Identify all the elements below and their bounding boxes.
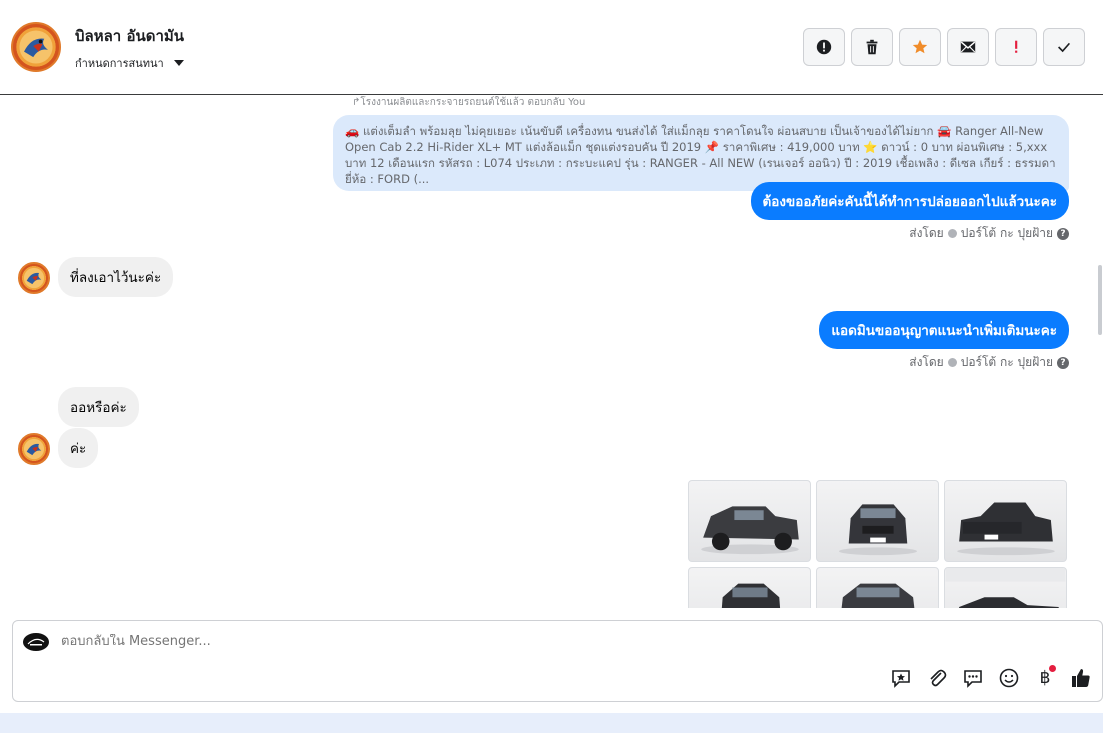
thumbs-up-icon	[1072, 669, 1090, 687]
help-icon[interactable]: ?	[1057, 356, 1069, 369]
assign-conversation-dropdown[interactable]: กำหนดการสนทนา	[75, 54, 184, 72]
sent-by-label: ส่งโดย	[909, 355, 944, 369]
assign-label: กำหนดการสนทนา	[75, 57, 164, 70]
follow-up-button[interactable]	[995, 28, 1037, 66]
sent-check-icon	[947, 229, 957, 238]
contact-avatar-small[interactable]	[18, 262, 50, 294]
reply-composer: ฿	[12, 620, 1103, 702]
pickup-truck-photo	[841, 583, 915, 608]
quick-reply-button[interactable]	[962, 667, 984, 689]
contact-name[interactable]: บิลหลา อันดามัน	[75, 24, 184, 48]
contact-avatar-small[interactable]	[18, 433, 50, 465]
sent-by-name: ปอร์โต้ กะ ปุยฝ้าย	[960, 355, 1053, 369]
caret-down-icon	[173, 60, 184, 66]
incoming-message[interactable]: ค่ะ	[58, 428, 99, 468]
quoted-message[interactable]: 🚗 แต่งเต็มลำ พร้อมลุย ไม่คุยเยอะ เน้นขับ…	[333, 115, 1069, 191]
baht-icon: ฿	[1039, 668, 1051, 688]
reply-context: ↱โรงงานผลิตและกระจายรถยนต์ใช้แล้ว ตอบกลั…	[352, 97, 586, 108]
car-photo[interactable]	[944, 480, 1067, 562]
bird-logo-icon	[19, 30, 53, 64]
pickup-truck-photo	[945, 568, 1066, 608]
reply-input[interactable]	[61, 634, 661, 649]
photo-attachment-grid	[688, 480, 1069, 608]
envelope-icon	[960, 41, 976, 53]
pickup-truck-photo	[701, 506, 799, 555]
chat-bubble-icon	[964, 670, 982, 688]
sticker-star-icon	[892, 670, 910, 688]
sent-by-name: ปอร์โต้ กะ ปุยฝ้าย	[960, 226, 1053, 240]
report-spam-button[interactable]	[803, 28, 845, 66]
sent-by-info: ส่งโดย ปอร์โต้ กะ ปุยฝ้าย ?	[909, 353, 1069, 372]
incoming-message[interactable]: ที่ลงเอาไว้นะค่ะ	[58, 257, 174, 297]
composer-toolbar: ฿	[890, 665, 1092, 689]
alert-circle-icon	[816, 39, 832, 55]
thread-scrollbar[interactable]	[1097, 95, 1103, 608]
sent-by-label: ส่งโดย	[909, 226, 944, 240]
notification-dot	[1049, 665, 1056, 672]
car-photo[interactable]	[816, 567, 939, 608]
car-photo[interactable]	[688, 567, 811, 608]
message-thread[interactable]: ↱โรงงานผลิตและกระจายรถยนต์ใช้แล้ว ตอบกลั…	[0, 95, 1103, 608]
car-photo[interactable]	[688, 480, 811, 562]
sent-check-icon	[947, 358, 957, 367]
trash-icon	[866, 39, 878, 55]
bird-logo-icon	[23, 438, 45, 460]
like-button[interactable]	[1070, 667, 1092, 689]
check-icon	[1058, 42, 1071, 53]
car-photo[interactable]	[816, 480, 939, 562]
pickup-truck-photo	[838, 504, 918, 556]
bird-logo-icon	[23, 267, 45, 289]
star-icon	[912, 39, 928, 54]
emoji-icon	[999, 668, 1019, 688]
outgoing-message[interactable]: ต้องขออภัยค่ะคันนี้ได้ทำการปล่อยออกไปแล้…	[750, 182, 1069, 220]
paperclip-icon	[930, 669, 947, 687]
done-button[interactable]	[1043, 28, 1085, 66]
exclamation-icon	[1015, 40, 1018, 53]
contact-avatar[interactable]	[11, 22, 61, 72]
car-photo[interactable]	[944, 567, 1067, 608]
payment-button[interactable]: ฿	[1034, 665, 1056, 689]
sent-by-info: ส่งโดย ปอร์โต้ กะ ปุยฝ้าย ?	[909, 224, 1069, 243]
emoji-button[interactable]	[998, 667, 1020, 689]
header-actions	[803, 28, 1085, 66]
incoming-message[interactable]: ออหรือค่ะ	[58, 387, 139, 427]
page-footer	[0, 713, 1103, 733]
star-button[interactable]	[899, 28, 941, 66]
saved-replies-button[interactable]	[890, 667, 912, 689]
conversation-header: บิลหลา อันดามัน กำหนดการสนทนา	[0, 0, 1103, 95]
help-icon[interactable]: ?	[1057, 227, 1069, 240]
pickup-truck-photo	[721, 583, 781, 608]
mark-unread-button[interactable]	[947, 28, 989, 66]
outgoing-message[interactable]: แอดมินขออนุญาตแนะนำเพิ่มเติมนะคะ	[819, 311, 1069, 349]
page-avatar	[23, 633, 49, 651]
pickup-truck-photo	[957, 502, 1055, 556]
attach-file-button[interactable]	[926, 667, 948, 689]
page-logo-icon	[27, 638, 45, 646]
delete-button[interactable]	[851, 28, 893, 66]
